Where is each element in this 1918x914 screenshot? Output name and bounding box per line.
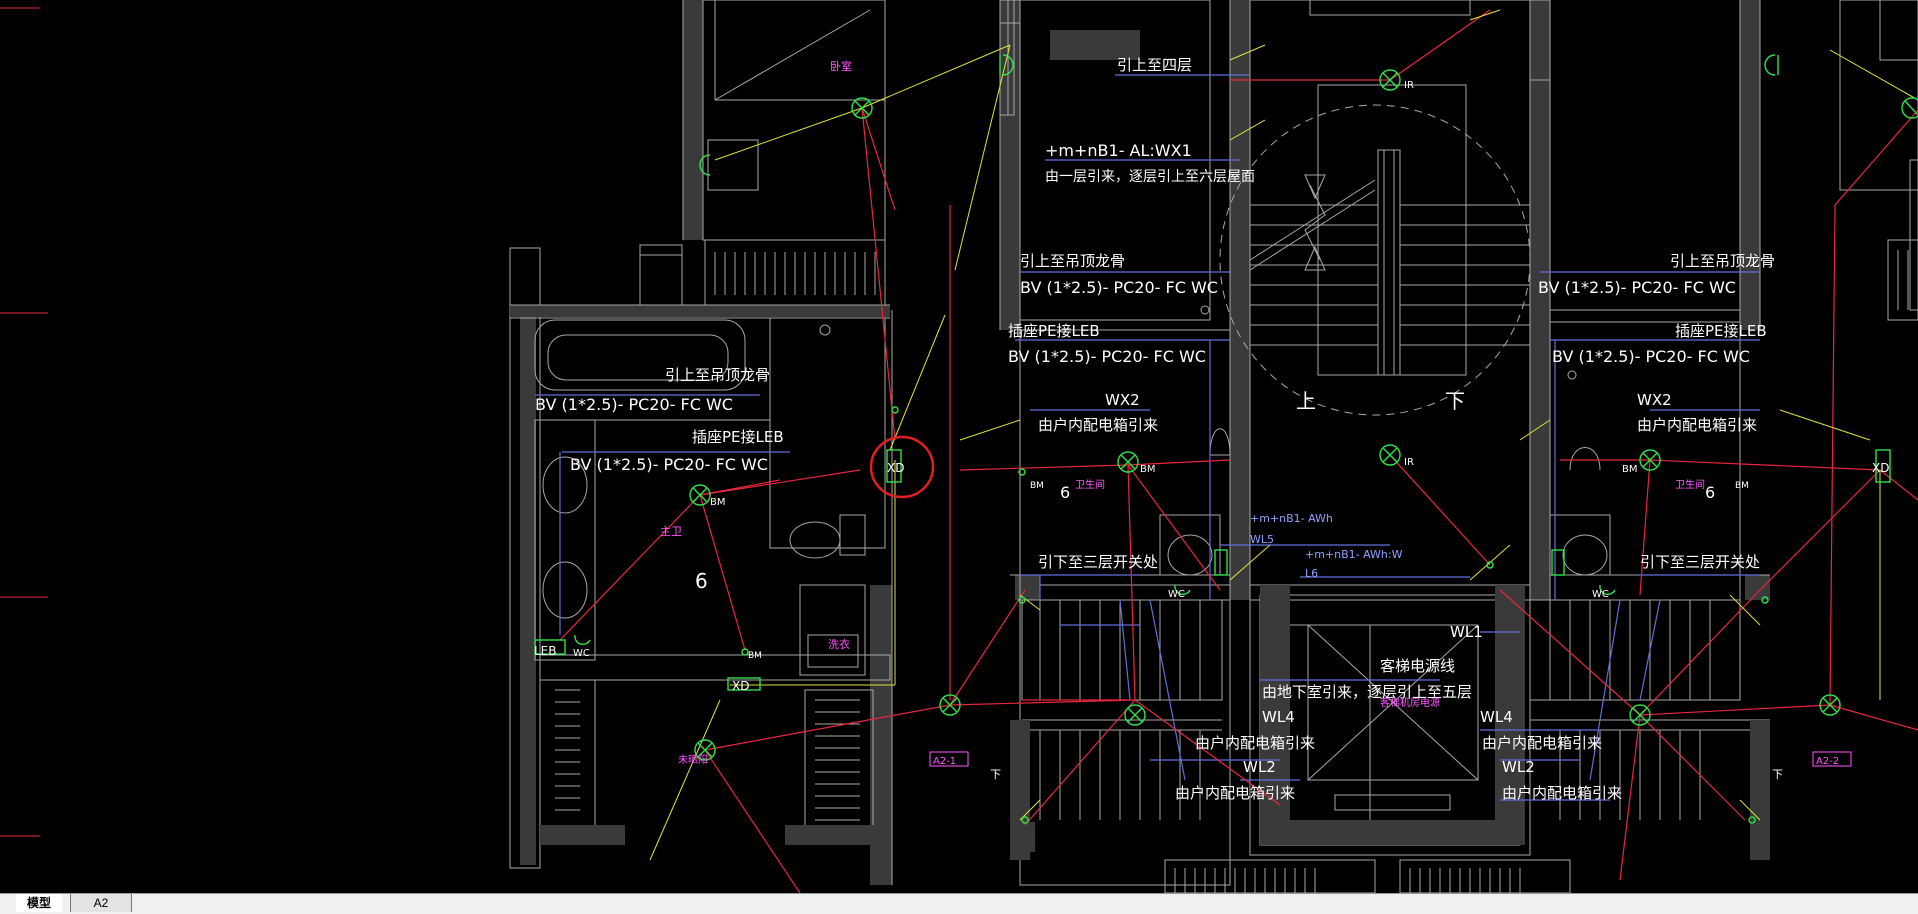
room-label: 主卫 — [660, 525, 682, 538]
fixture-label: IR — [1404, 80, 1414, 91]
annotation-text: 6 — [1060, 483, 1070, 502]
fixture-label: BM — [710, 497, 726, 508]
fixture-label: BM — [1030, 481, 1044, 491]
fixture-label: BM — [1735, 481, 1749, 491]
fixture-label: XD — [732, 679, 749, 693]
annotation-text: BV (1*2.5)- PC20- FC WC — [535, 395, 733, 414]
annotation-text: 引下至三层开关处 — [1038, 553, 1158, 571]
annotation-text: 由户内配电箱引来 — [1482, 734, 1602, 752]
annotation-text: L6 — [1305, 567, 1318, 580]
annotation-text: 引上至四层 — [1117, 56, 1192, 74]
annotation-text: 插座PE接LEB — [1008, 322, 1100, 340]
room-label: 卧室 — [830, 59, 852, 73]
annotation-text: 由户内配电箱引来 — [1195, 734, 1315, 752]
annotation-text: WL5 — [1250, 533, 1274, 546]
annotation-text: 由户内配电箱引来 — [1502, 784, 1622, 802]
annotation-text: 客梯电源线 — [1380, 657, 1455, 675]
annotation-text: 引上至吊顶龙骨 — [665, 366, 770, 384]
annotation-text: 引上至吊顶龙骨 — [1020, 252, 1125, 270]
annotation-text: BV (1*2.5)- PC20- FC WC — [1008, 347, 1206, 366]
cad-drawing-canvas[interactable]: 卧室 引上至四层 +m+nB1- AL:WX1 由一层引来，逐层引上至六层屋面 … — [0, 0, 1918, 893]
stair-up-label: 上 — [1296, 389, 1316, 413]
room-label: 未晒阳 — [678, 754, 708, 766]
fixture-label: XD — [887, 461, 904, 475]
svg-text:A2-1: A2-1 — [933, 756, 956, 767]
annotation-text: BV (1*2.5)- PC20- FC WC — [1020, 278, 1218, 297]
annotation-text: 引下至三层开关处 — [1640, 553, 1760, 571]
fixture-label: IR — [1404, 457, 1414, 468]
annotation-text: 引上至吊顶龙骨 — [1670, 252, 1775, 270]
tab-model[interactable]: 模型 — [16, 894, 62, 912]
annotation-text: 下 — [990, 768, 1001, 781]
annotation-text: 下 — [1772, 768, 1783, 781]
annotation-text: BV (1*2.5)- PC20- FC WC — [1552, 347, 1750, 366]
annotation-text: +m+nB1- AWh — [1250, 512, 1333, 525]
annotation-text: 6 — [1705, 483, 1715, 502]
annotation-text: WX2 — [1105, 391, 1140, 409]
annotation-text: 由户内配电箱引来 — [1175, 784, 1295, 802]
fixture-label: WC — [1168, 589, 1185, 600]
layout-tab-bar: 模型 A2 — [0, 893, 1918, 914]
annotation-text: 由地下室引来，逐层引上至五层 — [1262, 683, 1472, 701]
tab-a2[interactable]: A2 — [70, 894, 132, 912]
annotation-text: +m+nB1- AWh:W — [1305, 548, 1403, 561]
annotation-text: 由户内配电箱引来 — [1038, 416, 1158, 434]
annotation-text: 客梯机房电源 — [1380, 696, 1440, 709]
annotation-text: WL1 — [1450, 623, 1483, 641]
annotation-text: WL4 — [1262, 708, 1295, 726]
annotation-text: +m+nB1- AL:WX1 — [1045, 141, 1192, 160]
stair-down-label: 下 — [1445, 389, 1465, 413]
fixture-label: WC — [573, 648, 590, 659]
annotation-text: 6 — [695, 569, 708, 593]
annotation-text: 由户内配电箱引来 — [1637, 416, 1757, 434]
annotation-text: WL2 — [1243, 758, 1276, 776]
annotation-text: BV (1*2.5)- PC20- FC WC — [570, 455, 768, 474]
fixture-label: XD — [1872, 461, 1889, 475]
annotation-text: BV (1*2.5)- PC20- FC WC — [1538, 278, 1736, 297]
room-label: 卫生间 — [1675, 478, 1705, 491]
annotation-text: 插座PE接LEB — [692, 428, 784, 446]
room-label: 卫生间 — [1075, 478, 1105, 491]
fixture-label: BM — [748, 651, 762, 661]
annotation-text: 插座PE接LEB — [1675, 322, 1767, 340]
annotation-text: WL2 — [1502, 758, 1535, 776]
room-label: 洗衣 — [828, 637, 850, 651]
fixture-label: LEB — [534, 644, 557, 658]
svg-text:A2-2: A2-2 — [1816, 756, 1839, 767]
annotation-text: 由一层引来，逐层引上至六层屋面 — [1045, 169, 1255, 185]
annotation-text: WL4 — [1480, 708, 1513, 726]
fixture-label: WC — [1592, 589, 1609, 600]
fixture-label: BM — [1622, 464, 1638, 475]
fixture-label: BM — [1140, 464, 1156, 475]
annotation-text: WX2 — [1637, 391, 1672, 409]
